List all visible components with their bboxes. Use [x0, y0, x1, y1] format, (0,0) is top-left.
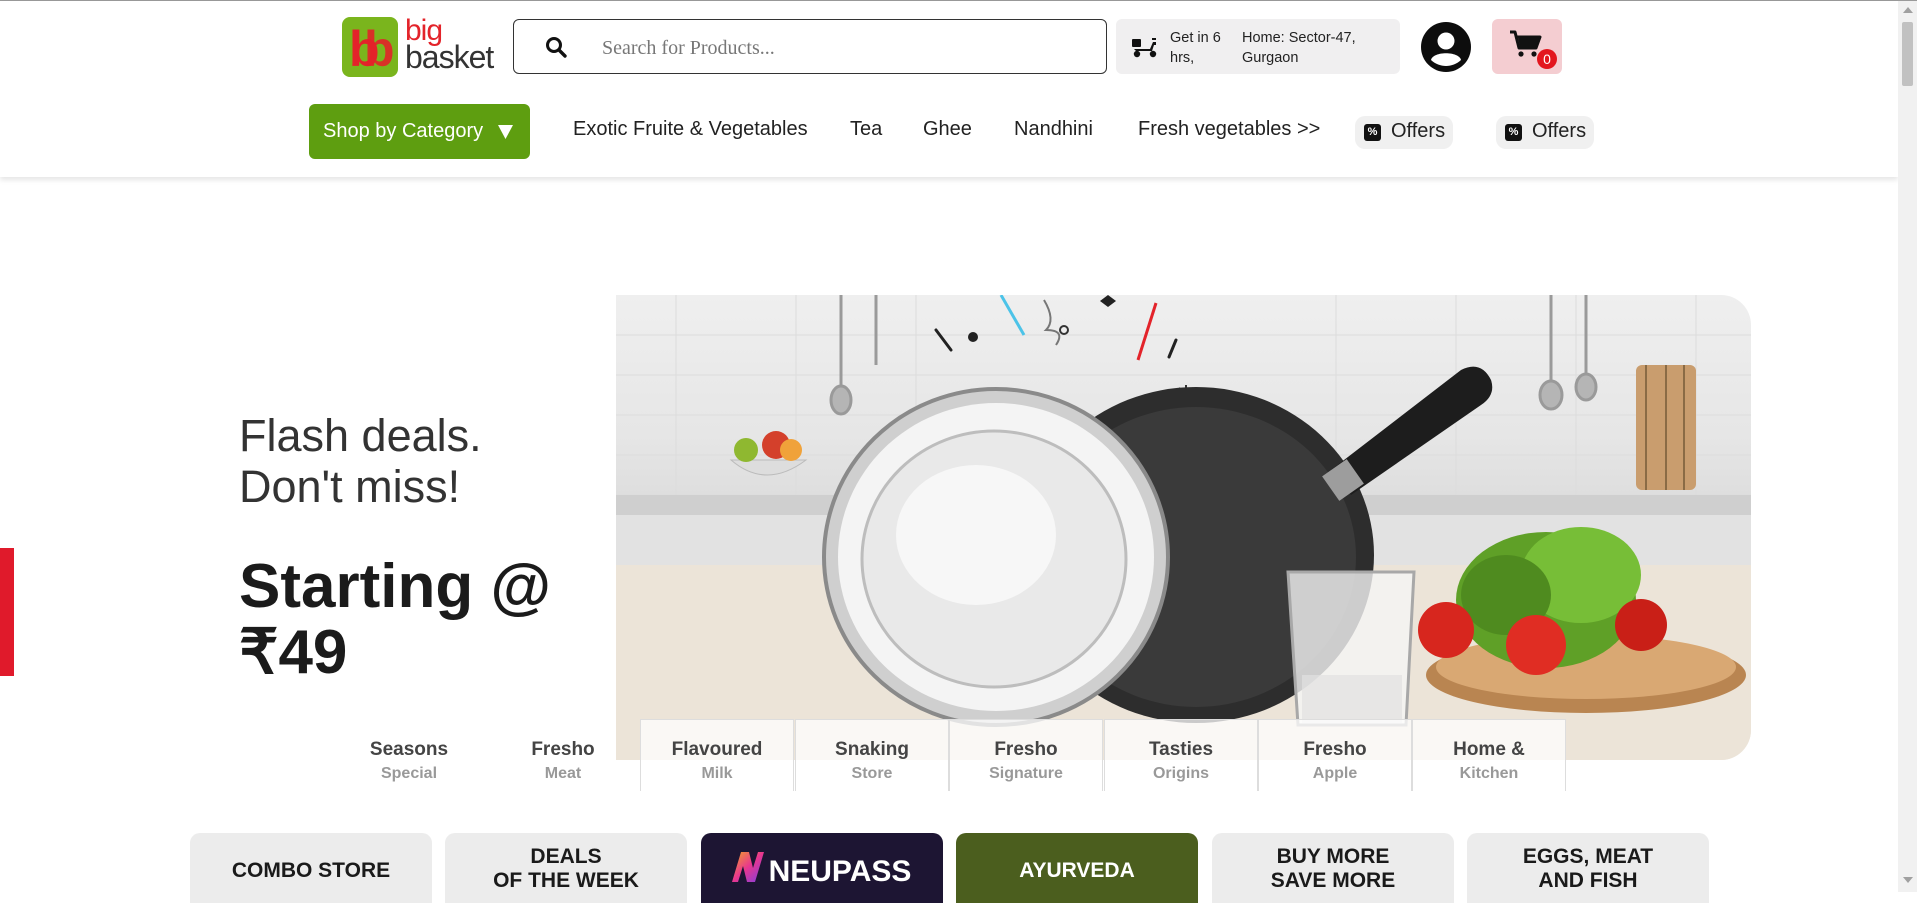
carousel-tab-fresho-meat[interactable]: Fresho Meat [486, 719, 640, 791]
category-nav: Shop by Category Exotic Fruite & Vegetab… [0, 104, 1898, 160]
search-box[interactable] [513, 19, 1107, 74]
tile-label: COMBO STORE [231, 859, 391, 882]
carousel-tab-fresho-apple[interactable]: Fresho Apple [1258, 719, 1412, 791]
scroll-down-arrow-icon[interactable] [1903, 877, 1913, 883]
carousel-tab-tasties-origins[interactable]: Tasties Origins [1104, 719, 1258, 791]
carousel-tab-title: Home & [1453, 739, 1525, 760]
carousel-tab-flavoured-milk[interactable]: Flavoured Milk [640, 719, 794, 791]
side-feedback-tab[interactable] [0, 548, 14, 676]
carousel-tab-seasons-special[interactable]: Seasons Special [332, 719, 486, 791]
carousel-tab-subtitle: Special [380, 765, 438, 782]
offers-button-1[interactable]: % Offers [1355, 116, 1454, 149]
carousel-tab-subtitle: Origins [1152, 765, 1209, 782]
flash-deals-line2: Don't miss! [239, 461, 461, 512]
shop-by-category-button[interactable]: Shop by Category [309, 104, 530, 159]
carousel-tab-home-kitchen[interactable]: Home & Kitchen [1412, 719, 1566, 791]
tile-label: AYURVEDA [1019, 859, 1135, 882]
nav-link-exotic-fruits-vegetables[interactable]: Exotic Fruite & Vegetables [573, 118, 808, 141]
search-icon[interactable] [544, 35, 568, 59]
carousel-tab-snaking-store[interactable]: Snaking Store [795, 719, 949, 791]
carousel-tab-title: Fresho [531, 739, 595, 760]
cart-count-badge: 0 [1537, 49, 1557, 69]
tile-label-line1: DEALS [530, 845, 602, 868]
carousel-tab-subtitle: Apple [1312, 765, 1358, 782]
tile-label-line2: OF THE WEEK [493, 869, 639, 892]
offers-button-2[interactable]: % Offers [1496, 116, 1595, 149]
hero-banner-image[interactable] [616, 295, 1751, 760]
percent-icon: % [1505, 124, 1522, 141]
nav-link-tea[interactable]: Tea [850, 118, 882, 141]
kitchen-cookware-illustration [616, 295, 1751, 760]
carousel-tab-fresho-signature[interactable]: Fresho Signature [949, 719, 1103, 791]
caret-down-icon [498, 125, 513, 139]
flash-deals-text: Flash deals. Don't miss! Starting @ ₹49 [239, 410, 619, 686]
carousel-tab-subtitle: Kitchen [1459, 765, 1519, 782]
tile-eggs-meat-fish[interactable]: EGGS, MEAT AND FISH [1467, 833, 1709, 903]
carousel-tab-title: Fresho [994, 739, 1058, 760]
carousel-tab-subtitle: Milk [701, 765, 733, 782]
nav-link-nandhini[interactable]: Nandhini [1014, 118, 1093, 141]
nav-link-ghee[interactable]: Ghee [923, 118, 972, 141]
carousel-tab-title: Flavoured [671, 739, 763, 760]
site-header: bb big basket Get in 6 hrs, Home: Sector… [0, 1, 1898, 177]
delivery-scooter-icon [1132, 38, 1157, 58]
starting-price-line2: ₹49 [239, 618, 348, 687]
carousel-tab-title: Fresho [1303, 739, 1367, 760]
bigbasket-logo[interactable]: bb big basket [342, 16, 494, 79]
tile-buy-more-save-more[interactable]: BUY MORE SAVE MORE [1212, 833, 1454, 903]
search-input[interactable] [600, 30, 1084, 66]
flash-deals-line1: Flash deals. [239, 410, 482, 461]
shop-by-category-label: Shop by Category [323, 120, 484, 142]
scrollbar-thumb[interactable] [1902, 22, 1913, 86]
delivery-address: Home: Sector-47, Gurgaon [1242, 30, 1356, 66]
carousel-tab-title: Tasties [1148, 739, 1214, 760]
carousel-tab-subtitle: Meat [544, 765, 582, 782]
tile-label-line2: AND FISH [1538, 869, 1638, 892]
logo-mark-icon: bb [342, 17, 398, 77]
starting-price-line1: Starting @ [239, 552, 551, 621]
logo-wordmark: big basket [405, 16, 494, 75]
carousel-tab-subtitle: Signature [989, 765, 1063, 782]
tile-label-line1: BUY MORE [1276, 845, 1390, 868]
tile-label-line1: EGGS, MEAT [1522, 845, 1654, 868]
tile-neupass[interactable]: NEUPASS [701, 833, 943, 903]
percent-icon: % [1364, 124, 1381, 141]
carousel-tab-title: Seasons [369, 739, 449, 760]
delivery-eta: Get in 6 hrs, [1170, 30, 1221, 66]
tile-label-line2: SAVE MORE [1270, 869, 1396, 892]
page-scrollbar[interactable] [1898, 1, 1917, 892]
logo-line2: basket [405, 39, 494, 75]
cart-button[interactable]: 0 [1492, 19, 1562, 74]
scroll-up-arrow-icon[interactable] [1903, 7, 1913, 13]
tile-combo-store[interactable]: COMBO STORE [190, 833, 432, 903]
neupass-logo-icon [732, 852, 764, 882]
carousel-tab-title: Snaking [835, 739, 909, 760]
nav-link-fresh-vegetables[interactable]: Fresh vegetables >> [1138, 118, 1320, 141]
carousel-tab-subtitle: Store [851, 765, 893, 782]
offers-label-2: Offers [1532, 120, 1587, 142]
user-account-icon[interactable] [1421, 22, 1471, 72]
delivery-location-selector[interactable]: Get in 6 hrs, Home: Sector-47, Gurgaon [1116, 19, 1400, 74]
offers-label-1: Offers [1391, 120, 1446, 142]
tile-ayurveda[interactable]: AYURVEDA [956, 833, 1198, 903]
tile-deals-of-the-week[interactable]: DEALS OF THE WEEK [445, 833, 687, 903]
